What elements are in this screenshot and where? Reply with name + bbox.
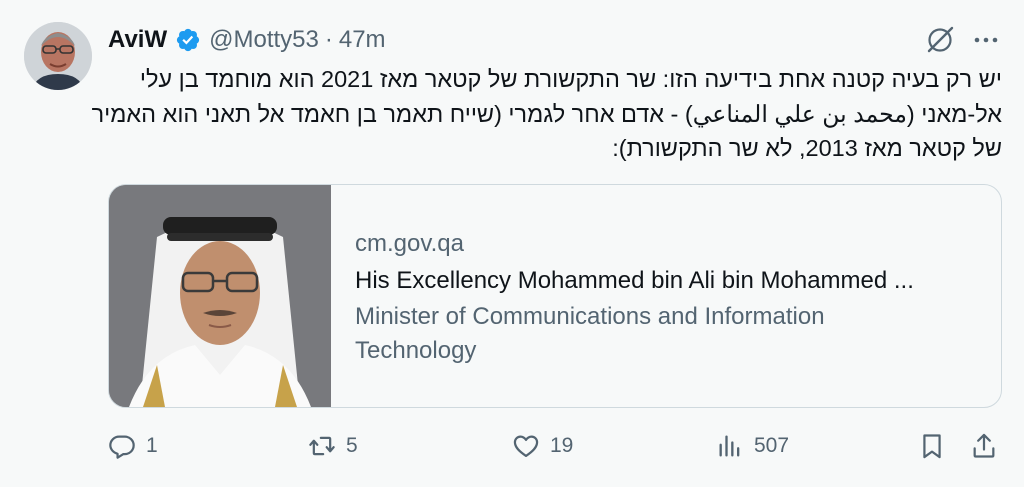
views-icon (719, 435, 740, 457)
card-domain: cm.gov.qa (355, 230, 464, 257)
bookmark-icon (923, 434, 941, 459)
retweet-icon (309, 436, 335, 456)
card-description-line: Minister of Communications and Informati… (355, 303, 825, 330)
like-button[interactable]: 19 (512, 432, 573, 460)
tweet-text-line: של קטאר מאז 2013, לא שר התקשורת): (612, 135, 1002, 161)
grok-icon[interactable] (925, 25, 955, 55)
retweet-button[interactable]: 5 (308, 432, 358, 460)
card-description-line: Technology (355, 337, 477, 364)
share-button[interactable] (970, 432, 1008, 460)
action-bar: 1 5 19 507 (0, 424, 1024, 470)
bookmark-button[interactable] (918, 432, 956, 460)
card-body: cm.gov.qa His Excellency Mohammed bin Al… (355, 229, 975, 368)
like-count: 19 (550, 434, 574, 457)
verified-badge-icon[interactable] (175, 27, 201, 53)
tweet-text-line: אל-מאני (محمد بن علي المناعي) - אדם אחר … (91, 100, 1002, 127)
reply-button[interactable]: 1 (108, 432, 158, 460)
share-icon (973, 433, 995, 458)
views-count: 507 (754, 434, 790, 457)
separator-dot: · (324, 26, 333, 53)
link-preview-card[interactable]: cm.gov.qa His Excellency Mohammed bin Al… (108, 184, 1002, 408)
reply-icon (109, 435, 135, 459)
more-icon[interactable] (972, 28, 1000, 52)
reply-count: 1 (146, 434, 158, 457)
retweet-count: 5 (346, 434, 358, 457)
tweet-timestamp[interactable]: 47m (339, 26, 386, 54)
card-image[interactable] (109, 185, 331, 407)
author-name[interactable]: AviW (108, 26, 167, 54)
views-button[interactable]: 507 (716, 432, 789, 460)
tweet-text: יש רק בעיה קטנה אחת בידיעה הזו: שר התקשו… (20, 62, 1002, 166)
tweet-text-line: יש רק בעיה קטנה אחת בידיעה הזו: שר התקשו… (139, 66, 1002, 92)
card-description: Minister of Communications and Informati… (355, 300, 975, 368)
tweet-header: AviW @Motty53 · 47m (108, 24, 386, 56)
like-icon (513, 435, 539, 458)
card-title: His Excellency Mohammed bin Ali bin Moha… (355, 267, 914, 294)
author-handle[interactable]: @Motty53 (209, 26, 319, 54)
